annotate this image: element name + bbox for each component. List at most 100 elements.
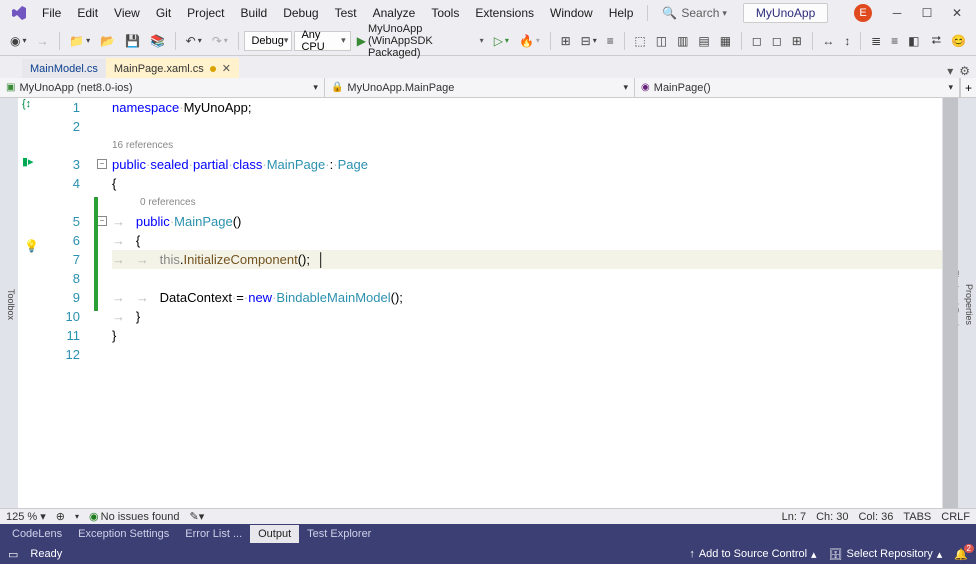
nav-fwd-button[interactable]: → — [33, 32, 53, 50]
status-bar: ▭ Ready ↑ Add to Source Control ▴ 🗄 Sele… — [0, 544, 976, 564]
code-editor[interactable]: {↕ ▮▸ 💡 1 2 3 4 5 6 7 8 9 10 11 12 − − n… — [18, 98, 958, 508]
caret-line: Ln: 7 — [782, 511, 806, 523]
tab-modified-icon — [210, 66, 216, 72]
issues-status[interactable]: ◉No issues found — [89, 510, 180, 523]
nav-class-combo[interactable]: 🔒 MyUnoApp.MainPage▾ — [325, 78, 635, 97]
status-mode-icon: ▭ — [8, 548, 18, 561]
platform-combo[interactable]: Any CPU▾ — [294, 31, 350, 51]
scroll-mode-icon[interactable]: ⊕ — [56, 510, 65, 523]
tb-icon-6[interactable]: ▥ — [673, 32, 692, 50]
caret-char: Ch: 30 — [816, 511, 848, 523]
redo-button[interactable]: ↷▾ — [208, 32, 232, 50]
zoom-combo[interactable]: 125 % ▾ — [6, 510, 46, 523]
tb-icon-13[interactable]: ↕ — [840, 32, 854, 50]
code-nav-bar: ▣ MyUnoApp (net8.0-ios)▾ 🔒 MyUnoApp.Main… — [0, 78, 976, 98]
undo-button[interactable]: ↶▾ — [182, 32, 206, 50]
add-source-control[interactable]: ↑ Add to Source Control ▴ — [689, 548, 816, 561]
live-share-button[interactable]: ⮂ — [927, 31, 945, 50]
nav-member-combo[interactable]: ◉ MainPage()▾ — [635, 78, 960, 97]
nav-add-button[interactable]: + — [960, 78, 976, 97]
menu-bar: File Edit View Git Project Build Debug T… — [0, 0, 976, 26]
workspace: Toolbox Git Changes Team Explorer Resour… — [0, 98, 976, 508]
editor-info-bar: 125 % ▾ ⊕ ▾ ◉No issues found ✎▾ Ln: 7 Ch… — [0, 508, 976, 524]
status-ready: Ready — [30, 548, 62, 560]
tb-icon-11[interactable]: ⊞ — [788, 32, 806, 50]
document-tab-bar: MainModel.cs MainPage.xaml.cs ✕ ▾ ⚙ — [0, 56, 976, 78]
tab-exception[interactable]: Exception Settings — [70, 525, 177, 543]
tab-testexplorer[interactable]: Test Explorer — [299, 525, 379, 543]
menu-help[interactable]: Help — [601, 2, 642, 24]
bookmark-glyph-icon: ▮▸ — [22, 155, 34, 168]
save-all-button[interactable]: 📚 — [146, 32, 169, 50]
glyph-margin: {↕ ▮▸ 💡 — [18, 98, 42, 508]
vertical-scrollbar[interactable] — [942, 98, 958, 508]
codelens-refs[interactable]: 0 references — [112, 193, 942, 212]
menu-git[interactable]: Git — [148, 2, 179, 24]
search-icon: 🔍 — [662, 6, 677, 20]
tab-label: MainPage.xaml.cs — [114, 63, 204, 75]
main-toolbar: ◉ ▾ → 📁▾ 📂 💾 📚 ↶▾ ↷▾ Debug▾ Any CPU▾ ▶ M… — [0, 26, 976, 56]
menu-view[interactable]: View — [106, 2, 148, 24]
menu-file[interactable]: File — [34, 2, 69, 24]
rail-gitchanges[interactable]: Git Changes — [0, 274, 2, 336]
tab-output[interactable]: Output — [250, 525, 299, 543]
collapse-toggle-icon[interactable]: − — [97, 216, 107, 226]
tb-icon-1[interactable]: ⊞ — [557, 32, 575, 50]
menu-project[interactable]: Project — [179, 2, 232, 24]
nav-back-button[interactable]: ◉ ▾ — [6, 32, 31, 50]
select-repository[interactable]: 🗄 Select Repository ▴ — [829, 548, 943, 561]
config-combo[interactable]: Debug▾ — [244, 31, 292, 51]
change-marker — [94, 197, 98, 311]
new-project-button[interactable]: 📁▾ — [65, 32, 94, 50]
tb-icon-12[interactable]: ↔ — [818, 32, 838, 50]
indent-mode[interactable]: TABS — [903, 511, 931, 523]
tab-close-icon[interactable]: ✕ — [222, 62, 231, 75]
tab-codelens[interactable]: CodeLens — [4, 525, 70, 543]
search-box[interactable]: 🔍 Search ▾ — [654, 4, 735, 22]
line-ending[interactable]: CRLF — [941, 511, 970, 523]
tb-icon-3[interactable]: ≡ — [603, 32, 618, 50]
lightbulb-icon[interactable]: 💡 — [24, 239, 39, 253]
tab-mainmodel[interactable]: MainModel.cs — [22, 59, 106, 78]
tb-icon-5[interactable]: ◫ — [652, 32, 671, 50]
user-avatar[interactable]: E — [854, 4, 872, 22]
start-debug-button[interactable]: ▶ MyUnoApp (WinAppSDK Packaged) ▾ — [353, 21, 488, 61]
tab-overflow-button[interactable]: ▾ — [947, 64, 953, 78]
minimize-button[interactable]: ─ — [882, 3, 912, 23]
menu-window[interactable]: Window — [542, 2, 601, 24]
maximize-button[interactable]: ☐ — [912, 3, 942, 23]
nav-member-label: MainPage() — [654, 82, 711, 94]
tab-errorlist[interactable]: Error List ... — [177, 525, 250, 543]
tb-icon-9[interactable]: ◻ — [748, 32, 766, 50]
notifications-button[interactable]: 🔔2 — [954, 548, 968, 561]
tab-mainpage[interactable]: MainPage.xaml.cs ✕ — [106, 58, 239, 78]
tb-icon-8[interactable]: ▦ — [716, 32, 735, 50]
nav-project-combo[interactable]: ▣ MyUnoApp (net8.0-ios)▾ — [0, 78, 325, 97]
hot-reload-button[interactable]: 🔥▾ — [515, 32, 544, 50]
class-icon: 🔒 — [331, 82, 343, 93]
menu-edit[interactable]: Edit — [69, 2, 106, 24]
start-nodebug-button[interactable]: ▷▾ — [490, 32, 513, 50]
menu-build[interactable]: Build — [233, 2, 276, 24]
menu-debug[interactable]: Debug — [275, 2, 326, 24]
solution-name-pill[interactable]: MyUnoApp — [743, 3, 828, 23]
tb-icon-14[interactable]: ≣ — [867, 32, 885, 50]
rail-properties[interactable]: Properties — [962, 278, 976, 331]
rail-toolbox[interactable]: Toolbox — [4, 283, 18, 326]
tab-settings-icon[interactable]: ⚙ — [959, 64, 970, 78]
close-window-button[interactable]: ✕ — [942, 3, 972, 23]
feedback-button[interactable]: 😊 — [947, 32, 970, 50]
tb-icon-16[interactable]: ◧ — [904, 32, 923, 50]
tb-icon-7[interactable]: ▤ — [694, 32, 713, 50]
code-area[interactable]: namespace·MyUnoApp; 16 references public… — [112, 98, 942, 508]
codelens-refs[interactable]: 16 references — [112, 136, 942, 155]
brush-icon[interactable]: ✎▾ — [190, 510, 205, 523]
bottom-panel-tabs: CodeLens Exception Settings Error List .… — [0, 524, 976, 544]
tb-icon-4[interactable]: ⬚ — [630, 32, 649, 50]
collapse-toggle-icon[interactable]: − — [97, 159, 107, 169]
tb-icon-15[interactable]: ≡ — [887, 32, 902, 50]
tb-icon-10[interactable]: ◻ — [768, 32, 786, 50]
open-file-button[interactable]: 📂 — [96, 32, 119, 50]
save-button[interactable]: 💾 — [121, 32, 144, 50]
tb-icon-2[interactable]: ⊟▾ — [577, 32, 601, 50]
